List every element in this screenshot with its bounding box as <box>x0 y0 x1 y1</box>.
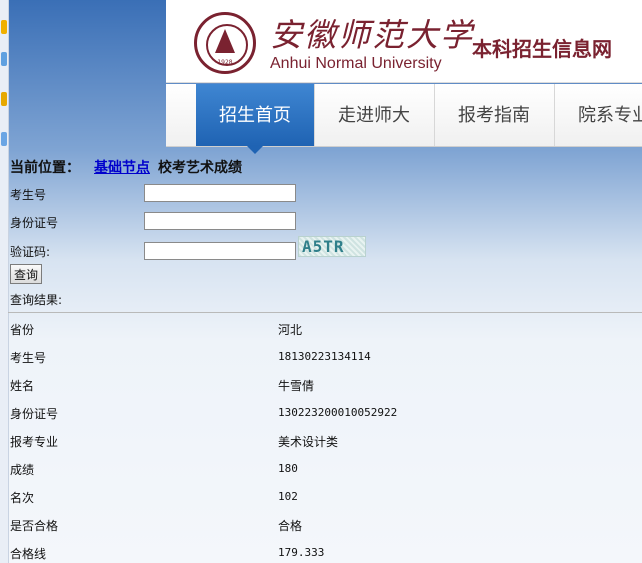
exam-number-label: 考生号 <box>10 188 47 202</box>
result-label-rank: 名次 <box>10 491 35 505</box>
result-value-score: 180 <box>278 462 298 475</box>
query-button[interactable]: 查询 <box>10 264 42 284</box>
id-number-label: 身份证号 <box>10 216 59 230</box>
result-label-exam-number: 考生号 <box>10 351 47 365</box>
site-title: 本科招生信息网 <box>472 37 612 61</box>
result-value-qualified: 合格 <box>278 519 303 533</box>
results-divider <box>8 312 642 313</box>
university-seal-icon: 1928 <box>194 12 256 74</box>
nav-item-departments[interactable]: 院系专业 <box>554 84 642 146</box>
result-label-major: 报考专业 <box>10 435 59 449</box>
result-label-province: 省份 <box>10 323 35 337</box>
main-nav: 招生首页 走进师大 报考指南 院系专业 <box>166 84 642 154</box>
captcha-label: 验证码: <box>10 245 51 259</box>
captcha-input[interactable] <box>144 242 296 260</box>
result-label-id-number: 身份证号 <box>10 407 59 421</box>
result-value-major: 美术设计类 <box>278 435 339 449</box>
id-number-input[interactable] <box>144 212 296 230</box>
result-value-province: 河北 <box>278 323 303 337</box>
exam-number-input[interactable] <box>144 184 296 202</box>
result-value-rank: 102 <box>278 490 298 503</box>
university-name-chinese: 安徽师范大学 <box>270 16 475 54</box>
nav-item-home[interactable]: 招生首页 <box>196 84 315 154</box>
university-name-english: Anhui Normal University <box>270 55 442 72</box>
result-value-name: 牛雪倩 <box>278 379 315 393</box>
captcha-image[interactable]: A5TR <box>298 236 366 257</box>
breadcrumb-link-root[interactable]: 基础节点 <box>94 160 150 176</box>
breadcrumb: 当前位置： 基础节点 校考艺术成绩 <box>10 157 242 177</box>
taskbar-icon[interactable] <box>1 20 7 34</box>
result-label-cutoff: 合格线 <box>10 547 47 561</box>
taskbar-icon[interactable] <box>1 92 7 106</box>
result-value-id-number: 130223200010052922 <box>278 406 398 419</box>
result-label-name: 姓名 <box>10 379 35 393</box>
results-title: 查询结果: <box>10 293 63 307</box>
nav-item-guide[interactable]: 报考指南 <box>434 84 555 146</box>
breadcrumb-current: 校考艺术成绩 <box>158 160 242 176</box>
window-left-edge <box>0 0 9 563</box>
result-label-qualified: 是否合格 <box>10 519 59 533</box>
breadcrumb-prefix: 当前位置： <box>10 160 80 176</box>
taskbar-icon[interactable] <box>1 132 7 146</box>
nav-item-about[interactable]: 走进师大 <box>314 84 435 146</box>
result-value-cutoff: 179.333 <box>278 546 325 559</box>
taskbar-icon[interactable] <box>1 52 7 66</box>
result-label-score: 成绩 <box>10 463 35 477</box>
result-value-exam-number: 18130223134114 <box>278 350 371 363</box>
site-header: 1928 安徽师范大学 Anhui Normal University 本科招生… <box>166 0 642 83</box>
